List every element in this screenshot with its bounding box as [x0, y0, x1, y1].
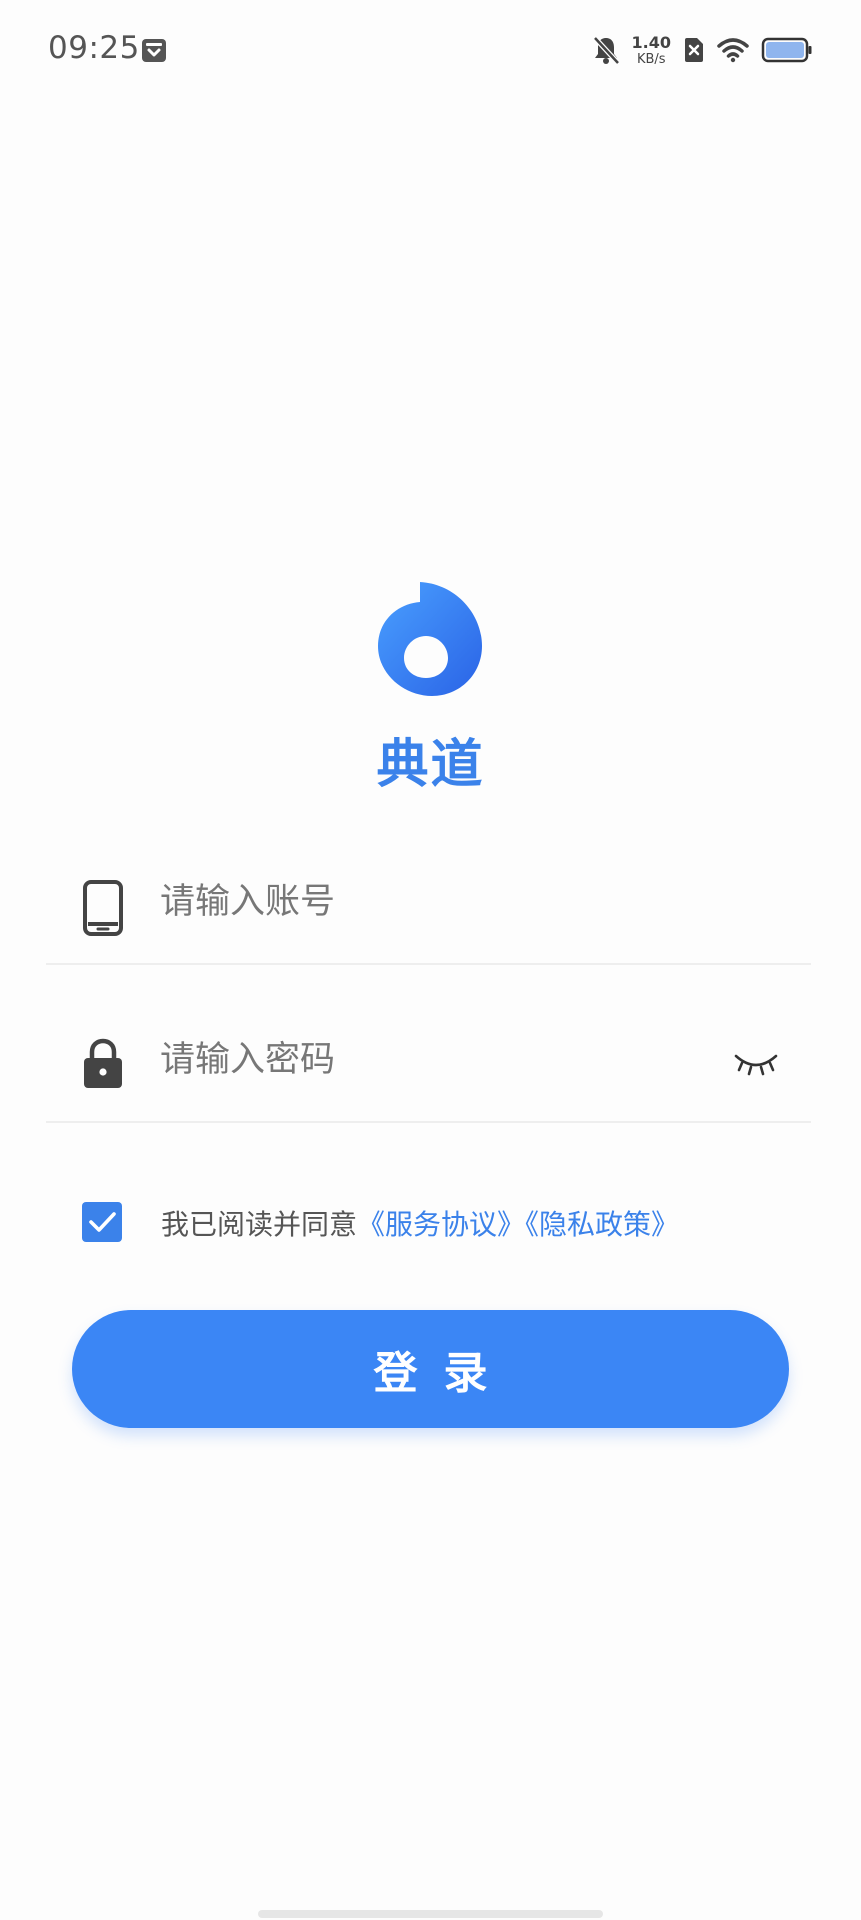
login-button[interactable]: 登录	[72, 1310, 789, 1428]
lock-icon	[84, 1038, 122, 1088]
password-divider	[46, 1121, 811, 1123]
app-logo	[378, 582, 482, 696]
eye-closed-icon[interactable]	[733, 1048, 779, 1078]
sim-off-icon	[685, 38, 703, 62]
account-divider	[46, 963, 811, 965]
check-icon	[89, 1212, 116, 1232]
network-speed-unit: KB/s	[636, 51, 666, 67]
agreement-checkbox[interactable]	[82, 1202, 122, 1242]
privacy-policy-link[interactable]: 《隐私政策》	[525, 1208, 679, 1241]
status-time: 09:25	[48, 30, 140, 66]
phone-icon	[83, 880, 123, 936]
network-speed: 1.40 KB/s	[631, 32, 671, 67]
agreement-prefix: 我已阅读并同意	[161, 1208, 358, 1241]
password-input[interactable]	[160, 1036, 700, 1084]
battery-icon	[761, 37, 812, 63]
notification-icon	[142, 39, 166, 62]
app-name: 典道	[376, 735, 485, 795]
network-speed-value: 1.40	[631, 32, 671, 52]
status-bar: 09:25 1.40 KB/s	[0, 0, 861, 100]
account-input[interactable]	[160, 878, 720, 926]
bell-muted-icon	[592, 36, 620, 65]
wifi-icon	[717, 38, 749, 63]
service-agreement-link[interactable]: 《服务协议》	[357, 1208, 525, 1241]
agreement-text: 我已阅读并同意《服务协议》《隐私政策》	[161, 1203, 679, 1243]
status-icons: 1.40 KB/s	[592, 30, 813, 70]
home-indicator[interactable]	[258, 1910, 603, 1918]
